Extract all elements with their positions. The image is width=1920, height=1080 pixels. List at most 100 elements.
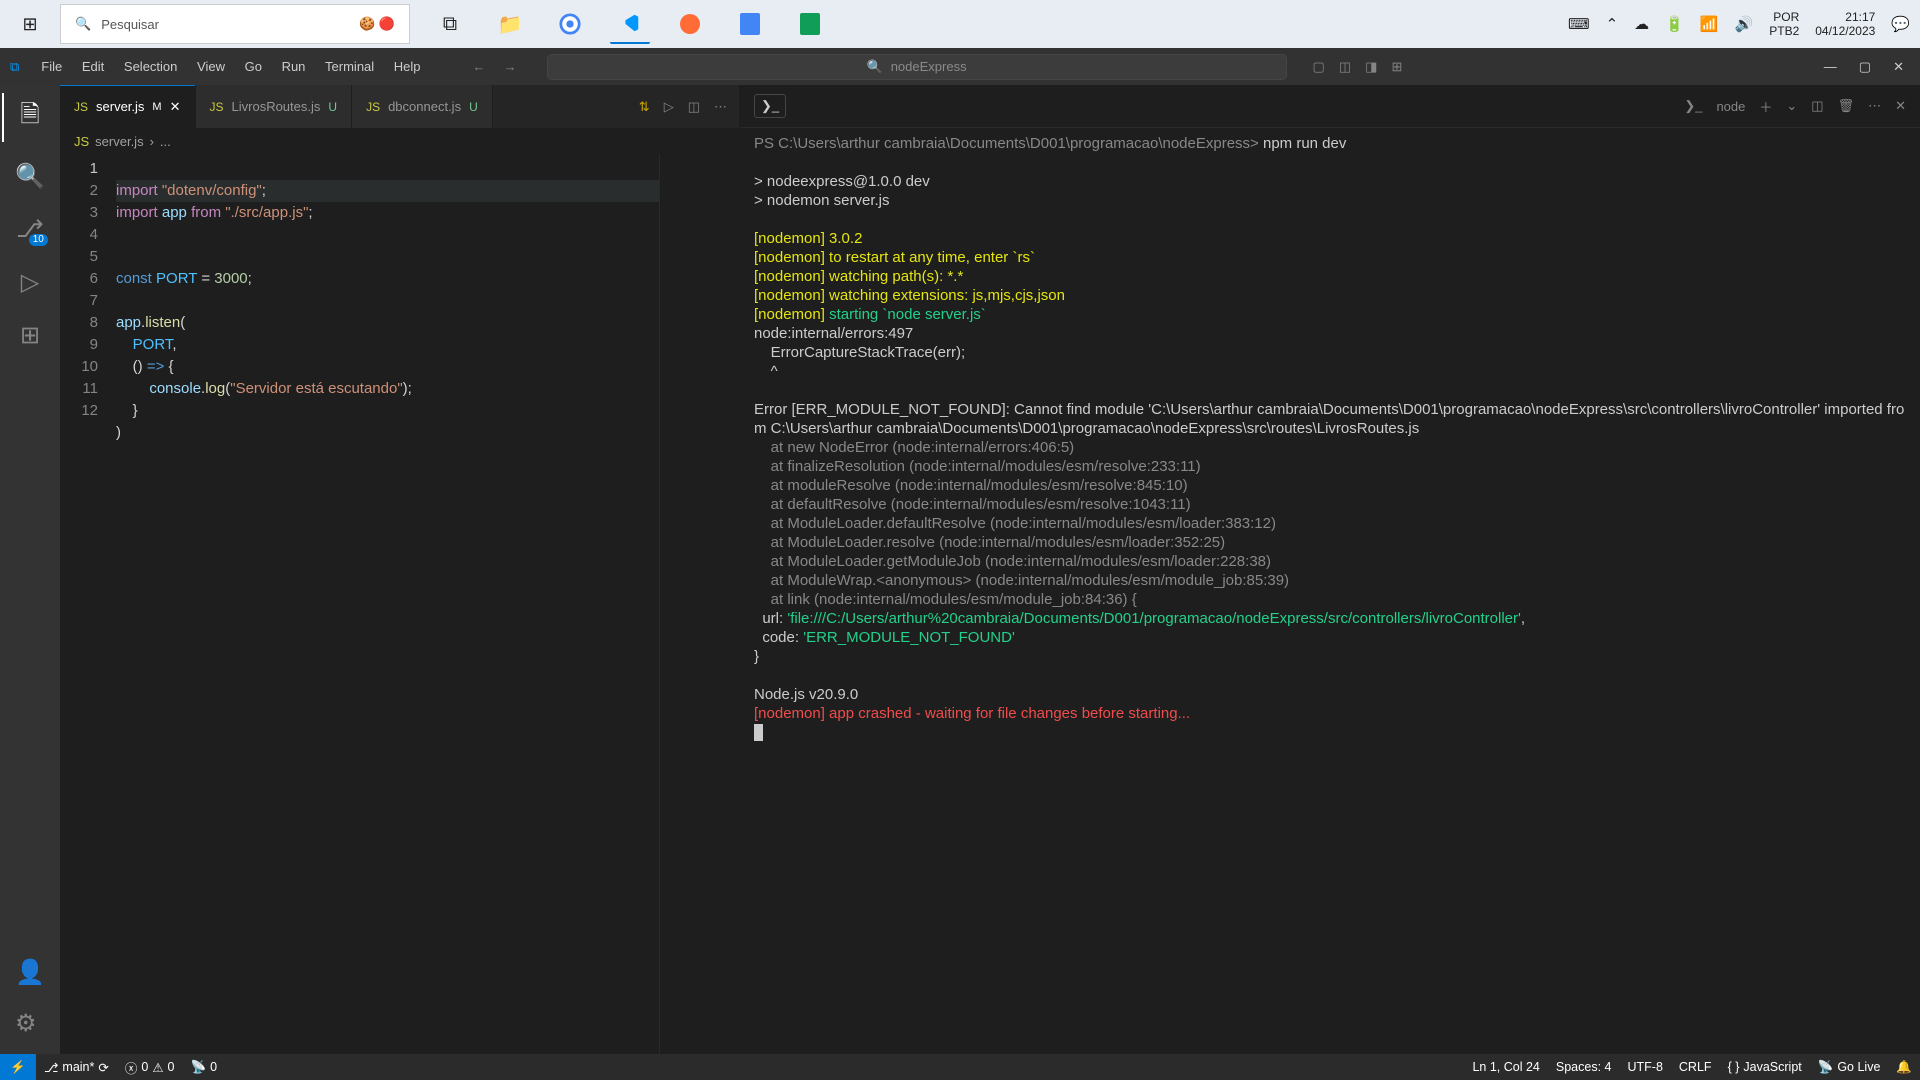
battery-icon[interactable]: 🔋 — [1665, 15, 1684, 33]
tray-lang[interactable]: POR PTB2 — [1769, 10, 1799, 38]
status-cursor[interactable]: Ln 1, Col 24 — [1464, 1060, 1547, 1075]
terminal-tab-icon[interactable]: ❯_ — [754, 94, 786, 118]
terminal-shell-icon: ❯_ — [1684, 98, 1702, 114]
terminal-name[interactable]: node — [1716, 99, 1745, 114]
status-eol[interactable]: CRLF — [1671, 1060, 1720, 1075]
js-file-icon: JS — [74, 100, 88, 114]
cortana-icons: 🍪 🔴 — [359, 16, 395, 32]
wifi-icon[interactable]: 📶 — [1700, 15, 1719, 33]
explorer-icon[interactable]: 🗎 — [20, 97, 39, 138]
more-actions-icon[interactable]: ⋯ — [714, 99, 727, 115]
antenna-icon: 📡 — [191, 1060, 207, 1075]
debug-icon[interactable]: ▷ — [21, 268, 39, 297]
terminal-dropdown-icon[interactable]: ⌄ — [1786, 98, 1797, 114]
search-placeholder: Pesquisar — [101, 17, 159, 32]
search-icon[interactable]: 🔍 — [15, 162, 45, 191]
postman-icon[interactable] — [670, 4, 710, 44]
js-file-icon: JS — [366, 100, 380, 114]
notifications-icon[interactable]: 💬 — [1891, 15, 1910, 33]
kill-terminal-icon[interactable]: 🗑 — [1838, 98, 1855, 114]
code-editor[interactable]: 1 2 3 4 5 6 7 8 9 10 11 12 import "doten… — [60, 154, 739, 1054]
warning-icon: ⚠ — [152, 1060, 163, 1075]
taskbar-search[interactable]: 🔍 Pesquisar 🍪 🔴 — [60, 4, 410, 44]
work-area: JS server.js M ✕ JS LivrosRoutes.js U JS… — [60, 85, 1920, 1054]
extensions-icon[interactable]: ⊞ — [20, 321, 40, 350]
onedrive-icon[interactable]: ☁ — [1634, 15, 1649, 33]
chrome-icon[interactable] — [550, 4, 590, 44]
sync-icon: ⟳ — [98, 1060, 108, 1075]
terminal-panel: ❯_ ❯_ node ＋ ⌄ ◫ 🗑 ⋯ ✕ PS C:\Users\arthu… — [740, 85, 1920, 1054]
breadcrumb-sep: › — [150, 134, 154, 149]
run-file-icon[interactable]: ▷ — [664, 99, 674, 115]
status-problems[interactable]: ⓧ0 ⚠0 — [117, 1058, 183, 1077]
nav-back-icon[interactable]: ← — [473, 59, 486, 74]
title-bar: ⧉ File Edit Selection View Go Run Termin… — [0, 48, 1920, 85]
new-terminal-icon[interactable]: ＋ — [1759, 97, 1772, 116]
tab-livrosroutes-js[interactable]: JS LivrosRoutes.js U — [196, 85, 353, 128]
toggle-panel-icon[interactable]: ▢ — [1313, 59, 1325, 75]
menu-view[interactable]: View — [189, 55, 233, 78]
layout-controls: ▢ ◫ ◨ ⊞ — [1313, 59, 1403, 75]
docs-icon[interactable] — [730, 4, 770, 44]
tab-label: LivrosRoutes.js — [232, 99, 321, 114]
error-icon: ⓧ — [125, 1058, 138, 1077]
menu-file[interactable]: File — [33, 55, 70, 78]
menu-run[interactable]: Run — [274, 55, 314, 78]
toggle-sidebar-icon[interactable]: ◫ — [1339, 59, 1351, 75]
close-panel-icon[interactable]: ✕ — [1895, 98, 1906, 114]
status-port[interactable]: 📡0 — [183, 1060, 226, 1075]
menu-selection[interactable]: Selection — [116, 55, 185, 78]
menu-help[interactable]: Help — [386, 55, 429, 78]
split-terminal-icon[interactable]: ◫ — [1811, 98, 1823, 114]
task-view-icon[interactable]: ⧉ — [430, 4, 470, 44]
search-icon: 🔍 — [867, 59, 883, 75]
tab-server-js[interactable]: JS server.js M ✕ — [60, 85, 196, 128]
close-tab-icon[interactable]: ✕ — [170, 99, 181, 115]
toggle-secondary-icon[interactable]: ◨ — [1365, 59, 1377, 75]
status-spaces[interactable]: Spaces: 4 — [1548, 1060, 1620, 1075]
settings-gear-icon[interactable]: ⚙ — [15, 1009, 45, 1038]
tray-chevron-icon[interactable]: ⌃ — [1606, 15, 1619, 33]
scm-icon[interactable]: ⎇10 — [16, 215, 44, 244]
vscode-taskbar-icon[interactable] — [610, 4, 650, 44]
start-button[interactable]: ⊞ — [0, 0, 60, 48]
menu-edit[interactable]: Edit — [74, 55, 112, 78]
vscode-window: ⧉ File Edit Selection View Go Run Termin… — [0, 48, 1920, 1080]
tab-label: server.js — [96, 99, 144, 114]
close-icon[interactable]: ✕ — [1893, 59, 1904, 75]
tab-actions: ⇅ ▷ ◫ ⋯ — [639, 85, 739, 128]
windows-taskbar: ⊞ 🔍 Pesquisar 🍪 🔴 ⧉ 📁 ⌨ ⌃ ☁ 🔋 📶 🔊 POR PT… — [0, 0, 1920, 48]
remote-button[interactable]: ⚡ — [0, 1054, 36, 1080]
split-editor-icon[interactable]: ◫ — [688, 99, 700, 115]
breadcrumb[interactable]: JS server.js › ... — [60, 128, 739, 154]
tray-clock[interactable]: 21:17 04/12/2023 — [1815, 10, 1875, 38]
volume-icon[interactable]: 🔊 — [1735, 15, 1754, 33]
window-controls: — ▢ ✕ — [1824, 59, 1920, 75]
taskbar-apps: ⧉ 📁 — [430, 4, 830, 44]
line-gutter: 1 2 3 4 5 6 7 8 9 10 11 12 — [60, 154, 116, 1054]
maximize-icon[interactable]: ▢ — [1859, 59, 1871, 75]
status-bell-icon[interactable]: 🔔 — [1888, 1060, 1920, 1075]
tab-dbconnect-js[interactable]: JS dbconnect.js U — [352, 85, 493, 128]
terminal-body[interactable]: PS C:\Users\arthur cambraia\Documents\D0… — [740, 128, 1920, 1054]
terminal-more-icon[interactable]: ⋯ — [1868, 98, 1881, 114]
minimize-icon[interactable]: — — [1824, 59, 1837, 75]
minimap[interactable] — [659, 154, 739, 1054]
js-file-icon: JS — [74, 134, 89, 149]
tab-label: dbconnect.js — [388, 99, 461, 114]
sheets-icon[interactable] — [790, 4, 830, 44]
status-branch[interactable]: ⎇main* ⟳ — [36, 1060, 117, 1075]
menu-go[interactable]: Go — [237, 55, 270, 78]
status-golive[interactable]: 📡Go Live — [1810, 1060, 1889, 1075]
status-language[interactable]: { } JavaScript — [1720, 1060, 1810, 1075]
menu-terminal[interactable]: Terminal — [317, 55, 382, 78]
nav-forward-icon[interactable]: → — [504, 59, 517, 74]
explorer-icon[interactable]: 📁 — [490, 4, 530, 44]
command-center[interactable]: 🔍 nodeExpress — [547, 54, 1287, 80]
status-encoding[interactable]: UTF-8 — [1619, 1060, 1670, 1075]
vscode-logo-icon: ⧉ — [10, 59, 19, 75]
customize-layout-icon[interactable]: ⊞ — [1391, 59, 1402, 75]
compare-icon[interactable]: ⇅ — [639, 99, 650, 115]
keyboard-icon[interactable]: ⌨ — [1568, 15, 1590, 33]
account-icon[interactable]: 👤 — [15, 958, 45, 987]
